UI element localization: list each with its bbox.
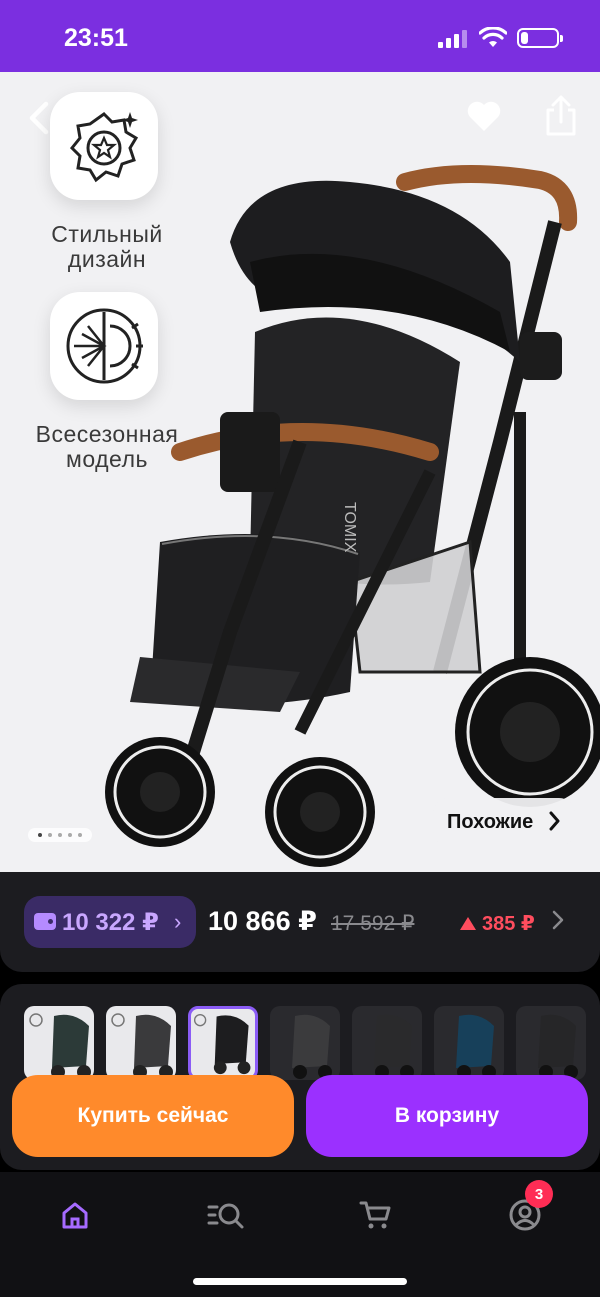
- variant-thumb-5[interactable]: [352, 1006, 422, 1080]
- cart-icon: [359, 1201, 391, 1229]
- variant-thumb-7[interactable]: [516, 1006, 586, 1080]
- similar-products-label: Похожие: [447, 810, 534, 833]
- variant-thumb-3-selected[interactable]: [188, 1006, 258, 1080]
- variant-image: [538, 1014, 578, 1079]
- variant-image: [374, 1014, 414, 1079]
- home-indicator: [193, 1278, 407, 1285]
- variant-image: [193, 1013, 251, 1075]
- variant-image: [292, 1014, 332, 1079]
- carousel-indicator: [28, 828, 92, 842]
- price-drop-value: 385 ₽: [482, 913, 535, 935]
- wallet-icon: [34, 913, 56, 930]
- buy-now-button[interactable]: Купить сейчас: [12, 1075, 294, 1157]
- chevron-right-icon: [549, 811, 560, 831]
- battery-icon: [517, 28, 563, 48]
- price-row: 10 322 ₽ › 10 866 ₽ 17 592 ₽ 385 ₽: [0, 872, 600, 972]
- variant-thumb-6[interactable]: [434, 1006, 504, 1080]
- chevron-right-icon[interactable]: [551, 908, 565, 932]
- wallet-price: 10 322 ₽: [62, 909, 159, 936]
- feature-badge-design: [50, 92, 158, 200]
- product-image-carousel[interactable]: TOMIX Стильный дизайн Всесезонная модель…: [0, 72, 600, 872]
- old-price: 17 592 ₽: [331, 912, 415, 935]
- battery-level: [521, 32, 528, 44]
- product-brand-label: TOMIX: [341, 502, 358, 553]
- add-to-cart-button[interactable]: В корзину: [306, 1075, 588, 1157]
- catalog-search-icon: [207, 1203, 244, 1229]
- status-bar: 23:51: [0, 0, 600, 72]
- profile-notification-badge: 3: [525, 1180, 553, 1208]
- chevron-right-icon: ›: [174, 909, 182, 934]
- feature-label-all-season: Всесезонная модель: [35, 421, 179, 472]
- variant-image: [456, 1014, 496, 1079]
- wifi-icon: [479, 27, 507, 47]
- cellular-signal-icon: [438, 30, 468, 48]
- triangle-up-icon: [460, 917, 476, 930]
- snowflake-sun-icon: [66, 308, 143, 384]
- nav-home[interactable]: [50, 1190, 100, 1240]
- variant-thumb-4[interactable]: [270, 1006, 340, 1080]
- status-time: 23:51: [64, 24, 128, 52]
- nav-cart[interactable]: [350, 1190, 400, 1240]
- variant-image: [29, 1013, 91, 1079]
- price-drop-indicator[interactable]: 385 ₽: [460, 911, 535, 936]
- home-icon: [62, 1202, 88, 1229]
- variant-image: [111, 1013, 173, 1079]
- similar-products-button[interactable]: Похожие: [433, 798, 575, 846]
- feature-label-design: Стильный дизайн: [51, 221, 163, 272]
- share-icon[interactable]: [543, 94, 579, 138]
- star-badge-icon: [69, 112, 139, 183]
- favorite-heart-icon[interactable]: [464, 96, 504, 136]
- current-price: 10 866 ₽: [208, 906, 317, 936]
- feature-badge-all-season: [50, 292, 158, 400]
- variant-thumb-2[interactable]: [106, 1006, 176, 1080]
- nav-catalog[interactable]: [200, 1190, 250, 1240]
- variant-thumb-1[interactable]: [24, 1006, 94, 1080]
- wallet-price-button[interactable]: 10 322 ₽ ›: [24, 896, 196, 948]
